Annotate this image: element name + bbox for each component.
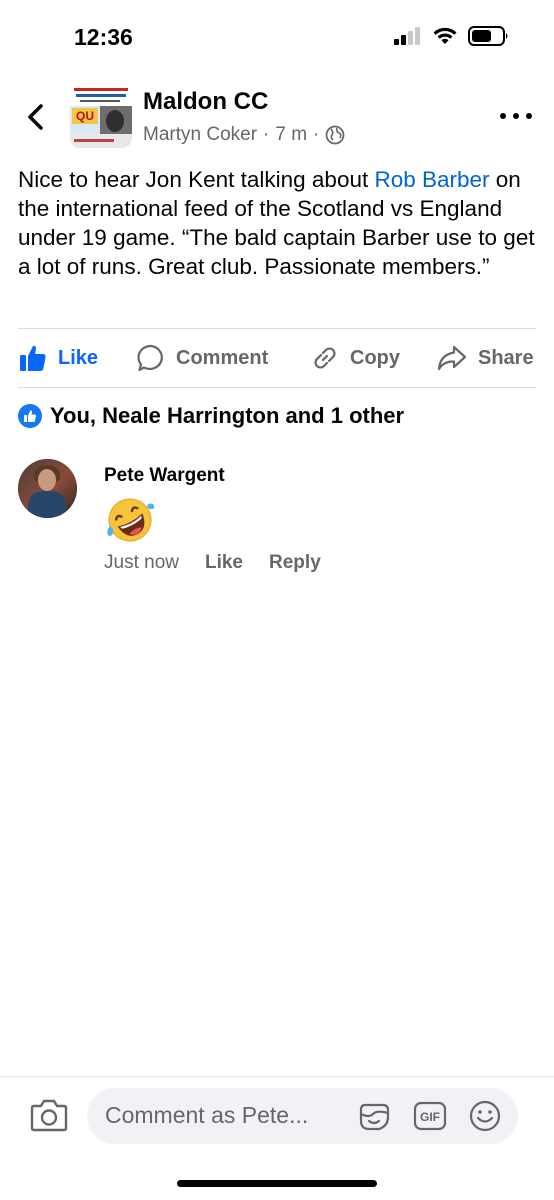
dot-icon	[526, 113, 532, 119]
comment-icon	[137, 344, 163, 372]
group-avatar[interactable]: QU	[70, 86, 132, 148]
status-icons	[394, 26, 510, 46]
reactions-summary[interactable]: You, Neale Harrington and 1 other	[18, 403, 404, 429]
camera-icon[interactable]	[30, 1098, 68, 1132]
dot-icon	[513, 113, 519, 119]
reactions-text: You, Neale Harrington and 1 other	[50, 403, 405, 428]
comment-label: Comment	[176, 346, 269, 369]
share-button[interactable]: Share	[436, 338, 534, 378]
copy-label: Copy	[350, 346, 400, 369]
share-label: Share	[478, 346, 534, 369]
comment-input-placeholder: Comment as Pete...	[105, 1102, 309, 1128]
home-indicator[interactable]	[177, 1180, 377, 1187]
composer-divider	[0, 1076, 554, 1077]
copy-link-button[interactable]: Copy	[310, 338, 400, 378]
commenter-avatar[interactable]	[18, 459, 77, 518]
link-icon	[314, 347, 336, 369]
comment-time: Just now	[104, 552, 179, 573]
gif-label: GIF	[420, 1110, 440, 1124]
like-label: Like	[58, 346, 99, 369]
more-options-button[interactable]	[500, 110, 532, 122]
status-time: 12:36	[74, 24, 133, 50]
emoji-icon[interactable]	[468, 1099, 502, 1133]
post-meta: Martyn Coker · 7 m ·	[143, 124, 345, 146]
avatar-poster-text: QU	[72, 108, 98, 124]
comment-meta: Just now Like Reply	[104, 552, 321, 574]
avatar-sticker-icon[interactable]	[357, 1099, 391, 1133]
like-reaction-icon	[18, 404, 42, 428]
commenter-name[interactable]: Pete Wargent	[104, 465, 225, 487]
signal-icon	[394, 27, 420, 45]
mentioned-profile-link[interactable]: Rob Barber	[374, 167, 489, 192]
thumbs-up-icon	[20, 345, 46, 371]
share-arrow-icon	[437, 345, 467, 371]
post-time[interactable]: 7 m	[275, 124, 307, 146]
divider	[18, 328, 536, 329]
meta-separator: ·	[313, 124, 320, 145]
group-name[interactable]: Maldon CC	[143, 88, 268, 116]
post-text: Nice to hear Jon Kent talking about Rob …	[18, 165, 538, 281]
comment-like-button[interactable]: Like	[205, 552, 243, 574]
chevron-left-icon	[28, 104, 43, 130]
comment-input[interactable]: Comment as Pete... GIF	[87, 1088, 518, 1144]
meta-separator: ·	[263, 124, 270, 145]
comment-button[interactable]: Comment	[136, 338, 268, 378]
globe-icon	[325, 125, 345, 145]
divider	[18, 387, 536, 388]
author-name[interactable]: Martyn Coker	[143, 124, 257, 146]
post-text-part: Nice to hear Jon Kent talking about	[18, 167, 375, 192]
post-screen: 12:36 QU Maldon CC Martyn Coker · 7 m · …	[0, 0, 554, 1200]
battery-icon	[468, 26, 508, 46]
wifi-icon	[433, 27, 457, 44]
like-button[interactable]: Like	[18, 338, 98, 378]
back-button[interactable]	[22, 100, 48, 134]
rolling-laughing-emoji-icon	[107, 498, 155, 542]
comment-reply-button[interactable]: Reply	[269, 552, 321, 574]
gif-icon[interactable]: GIF	[413, 1099, 447, 1133]
dot-icon	[500, 113, 506, 119]
